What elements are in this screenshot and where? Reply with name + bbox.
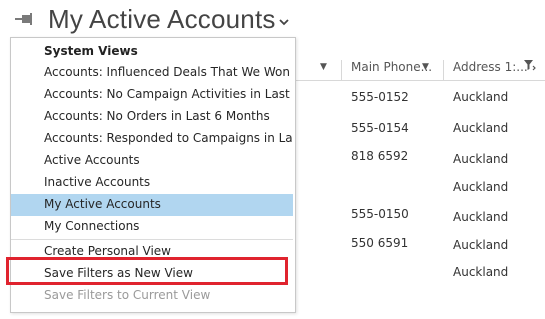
cell-address-city: Auckland bbox=[453, 90, 509, 104]
view-option-label: Active Accounts bbox=[44, 153, 140, 167]
view-option[interactable]: Accounts: Influenced Deals That We Won bbox=[11, 62, 293, 84]
view-option-label: Accounts: No Orders in Last 6 Months bbox=[44, 109, 270, 123]
filter-icon[interactable] bbox=[524, 59, 536, 71]
chevron-down-icon[interactable] bbox=[279, 14, 289, 30]
cell-main-phone: 550 6591 bbox=[351, 236, 409, 250]
view-option-label: Accounts: Influenced Deals That We Won bbox=[44, 65, 290, 79]
column-menu-arrow-icon[interactable]: ▼ bbox=[422, 62, 429, 72]
page-title[interactable]: My Active Accounts bbox=[48, 4, 276, 35]
column-divider bbox=[443, 60, 444, 80]
view-option-selected[interactable]: My Active Accounts bbox=[11, 194, 293, 216]
page-header: My Active Accounts bbox=[0, 0, 545, 42]
action-label: Create Personal View bbox=[44, 244, 171, 258]
dropdown-section-title: System Views bbox=[44, 44, 138, 58]
save-filters-to-current-view-button[interactable]: Save Filters to Current View bbox=[11, 285, 293, 307]
view-option[interactable]: Accounts: Responded to Campaigns in Last… bbox=[11, 128, 293, 150]
view-option-label: My Connections bbox=[44, 219, 140, 233]
grid-header: ▼ Main Phone... ▼ Address 1:... bbox=[294, 54, 545, 81]
cell-main-phone: 555-0152 bbox=[351, 90, 409, 104]
cell-address-city: Auckland bbox=[453, 121, 509, 135]
column-header-address[interactable]: Address 1:... bbox=[453, 60, 528, 74]
cell-main-phone: 555-0154 bbox=[351, 121, 409, 135]
column-header-main-phone[interactable]: Main Phone... bbox=[351, 60, 432, 74]
view-option[interactable]: Accounts: No Campaign Activities in Last… bbox=[11, 84, 293, 106]
view-option-label: Accounts: Responded to Campaigns in Last… bbox=[44, 131, 292, 145]
action-label: Save Filters to Current View bbox=[44, 288, 211, 302]
view-option[interactable]: My Connections bbox=[11, 216, 293, 238]
view-option[interactable]: Inactive Accounts bbox=[11, 172, 293, 194]
column-divider bbox=[341, 60, 342, 80]
cell-main-phone: 818 6592 bbox=[351, 149, 409, 163]
cell-address-city: Auckland bbox=[453, 210, 509, 224]
dropdown-divider bbox=[11, 239, 293, 240]
view-option-label: Inactive Accounts bbox=[44, 175, 151, 189]
pin-icon[interactable] bbox=[14, 10, 36, 28]
view-option[interactable]: Accounts: No Orders in Last 6 Months bbox=[11, 106, 293, 128]
view-option[interactable]: Active Accounts bbox=[11, 150, 293, 172]
highlight-annotation bbox=[6, 257, 288, 285]
view-option-label: My Active Accounts bbox=[44, 197, 161, 211]
view-option-label: Accounts: No Campaign Activities in Last… bbox=[44, 87, 292, 101]
cell-address-city: Auckland bbox=[453, 152, 509, 166]
cell-address-city: Auckland bbox=[453, 265, 509, 279]
cell-main-phone: 555-0150 bbox=[351, 207, 409, 221]
column-menu-arrow-icon[interactable]: ▼ bbox=[320, 62, 327, 72]
cell-address-city: Auckland bbox=[453, 180, 509, 194]
cell-address-city: Auckland bbox=[453, 238, 509, 252]
